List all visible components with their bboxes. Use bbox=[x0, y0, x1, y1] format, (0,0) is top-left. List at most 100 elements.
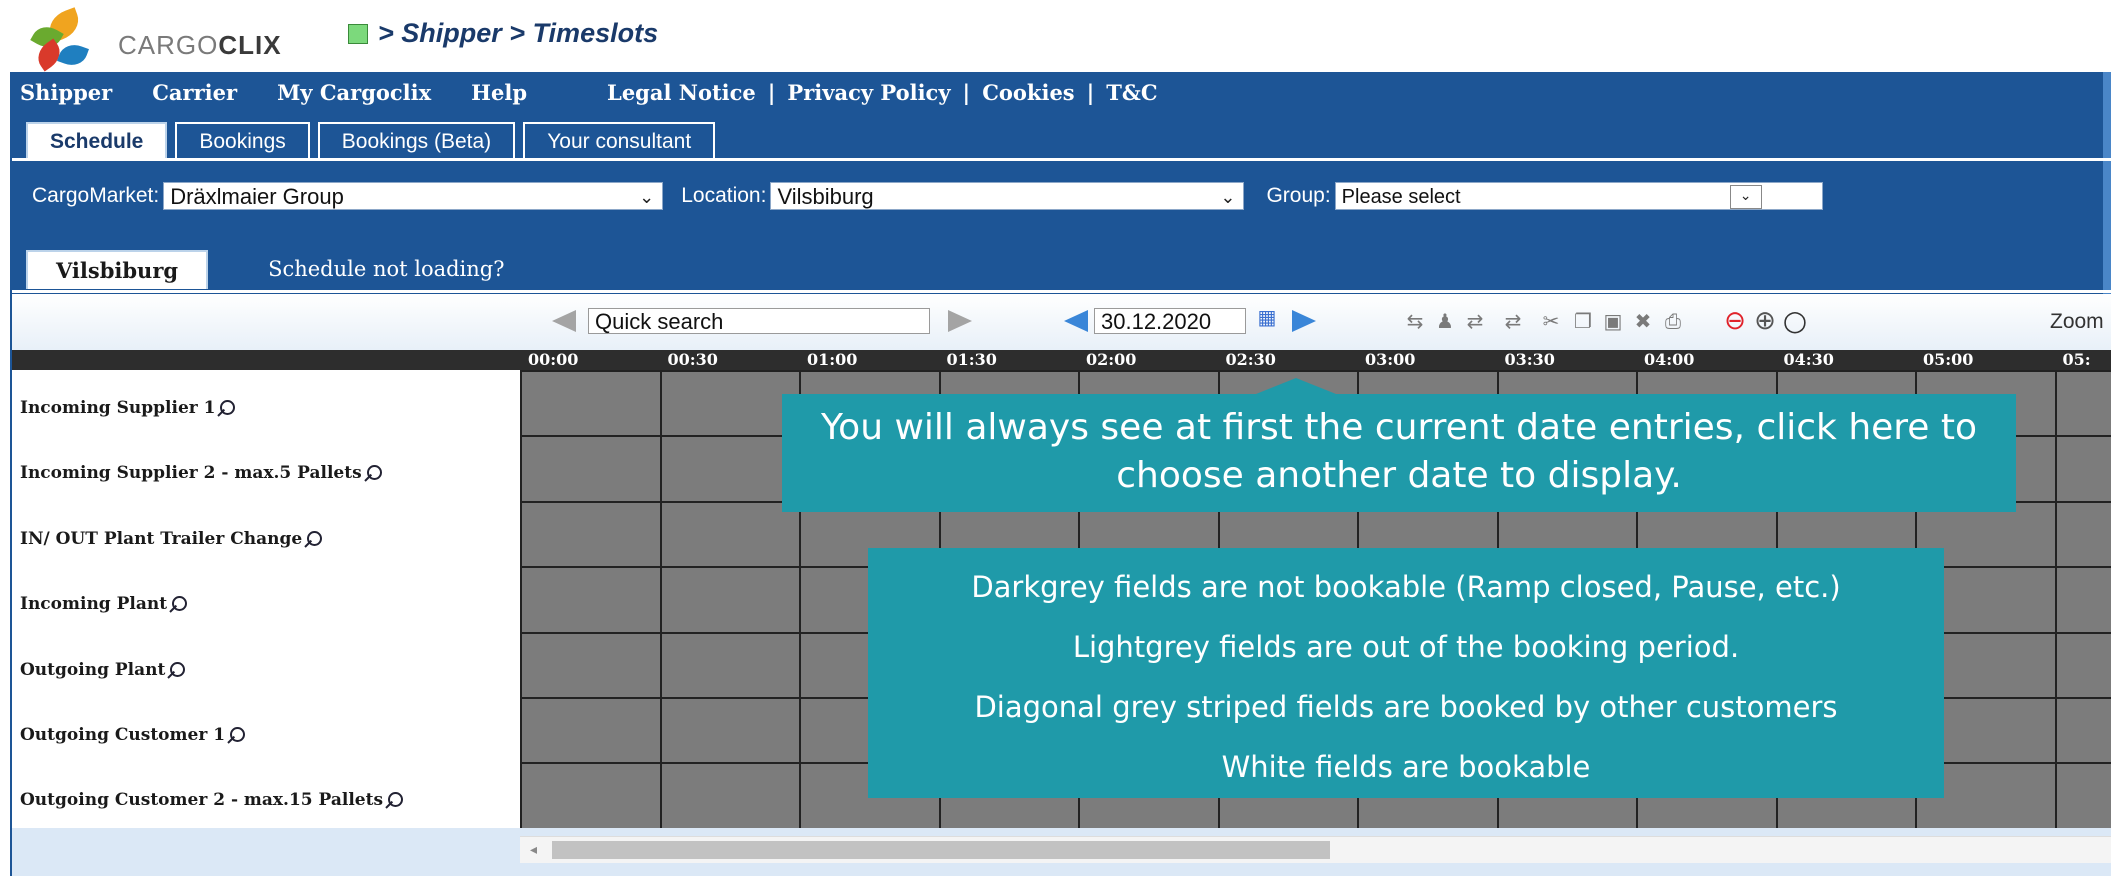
time-label: 01:30 bbox=[946, 350, 997, 369]
date-value: 30.12.2020 bbox=[1101, 309, 1212, 334]
user-icon[interactable]: ♟ bbox=[1432, 310, 1458, 332]
time-label: 05:00 bbox=[1923, 350, 1974, 369]
legend-line-white: White fields are bookable bbox=[1221, 750, 1591, 784]
row-label[interactable]: Incoming Supplier 1 bbox=[20, 398, 236, 418]
breadcrumb-text: > Shipper > Timeslots bbox=[378, 18, 659, 48]
row-label[interactable]: Outgoing Plant bbox=[20, 660, 186, 680]
print-icon[interactable]: ⎙ bbox=[1660, 310, 1686, 332]
magnifier-icon[interactable] bbox=[364, 465, 382, 483]
next-date-icon[interactable] bbox=[1292, 310, 1316, 332]
tab-bookings-beta[interactable]: Bookings (Beta) bbox=[317, 122, 516, 158]
tab-schedule[interactable]: Schedule bbox=[26, 122, 168, 158]
group-value: Please select bbox=[1341, 186, 1461, 208]
legend-callout: Darkgrey fields are not bookable (Ramp c… bbox=[868, 548, 1944, 798]
magnifier-icon[interactable] bbox=[169, 596, 188, 614]
grid-column-line bbox=[520, 370, 522, 828]
menu-separator: | bbox=[962, 80, 971, 105]
chevron-down-icon: ⌄ bbox=[639, 187, 655, 207]
time-label: 00:30 bbox=[667, 350, 718, 369]
date-hint-callout: You will always see at first the current… bbox=[782, 394, 2016, 512]
circle-icon[interactable]: ○ bbox=[1782, 307, 1808, 335]
cargomarket-select[interactable]: Dräxlmaier Group ⌄ bbox=[163, 182, 664, 210]
group-label: Group: bbox=[1266, 184, 1331, 207]
legend-line-darkgrey: Darkgrey fields are not bookable (Ramp c… bbox=[971, 570, 1841, 604]
tab-your-consultant[interactable]: Your consultant bbox=[523, 122, 716, 158]
breadcrumb: > Shipper > Timeslots bbox=[348, 18, 658, 49]
search-next-icon[interactable] bbox=[948, 310, 972, 332]
quick-search-input[interactable]: Quick search bbox=[588, 308, 930, 334]
menu-my-cargoclix[interactable]: My Cargoclix bbox=[277, 80, 431, 105]
magnifier-icon[interactable] bbox=[167, 661, 186, 680]
cargomarket-label: CargoMarket: bbox=[32, 184, 160, 207]
horizontal-scrollbar[interactable]: ◂ bbox=[520, 836, 2111, 863]
schedule-help-link[interactable]: Schedule not loading? bbox=[268, 257, 504, 289]
row-label[interactable]: IN/ OUT Plant Trailer Change bbox=[20, 529, 323, 549]
logo-leaf-blue bbox=[57, 40, 89, 70]
magnifier-icon[interactable] bbox=[304, 530, 323, 549]
logo-wordmark: CARGOCLIX bbox=[118, 30, 282, 60]
time-label: 02:00 bbox=[1086, 350, 1137, 369]
filter-bar: CargoMarket: Dräxlmaier Group ⌄ Location… bbox=[32, 182, 1823, 210]
menu-legal-notice[interactable]: Legal Notice bbox=[607, 80, 756, 105]
magnifier-icon[interactable] bbox=[385, 792, 404, 810]
zoom-label[interactable]: Zoom bbox=[2050, 310, 2104, 334]
menu-separator: | bbox=[767, 80, 776, 105]
copy-icon[interactable]: ❐ bbox=[1570, 310, 1596, 332]
time-label: 03:00 bbox=[1365, 350, 1416, 369]
row-label-text: Outgoing Customer 2 - max.15 Pallets bbox=[20, 790, 384, 811]
magnifier-icon[interactable] bbox=[217, 400, 236, 418]
time-label: 01:00 bbox=[807, 350, 858, 369]
status-red-icon[interactable]: ⊖ bbox=[1722, 308, 1748, 334]
main-tabs: Schedule Bookings Bookings (Beta) Your c… bbox=[26, 122, 716, 158]
time-label: 00:00 bbox=[528, 350, 579, 369]
tab-underline bbox=[10, 158, 2111, 161]
menu-separator: | bbox=[1086, 80, 1095, 105]
cargoclix-logo[interactable]: CARGOCLIX bbox=[30, 7, 320, 72]
calendar-icon[interactable]: ▦ bbox=[1254, 306, 1280, 328]
date-input[interactable]: 30.12.2020 bbox=[1094, 308, 1246, 334]
location-select[interactable]: Vilsbiburg ⌄ bbox=[770, 182, 1245, 210]
menu-carrier[interactable]: Carrier bbox=[152, 80, 237, 105]
delete-icon[interactable]: ✖ bbox=[1630, 310, 1656, 332]
grid-column-line bbox=[659, 370, 662, 828]
resource-list: Incoming Supplier 1 Incoming Supplier 2 -… bbox=[10, 370, 520, 828]
magnifier-icon[interactable] bbox=[227, 727, 246, 745]
time-label: 04:00 bbox=[1644, 350, 1695, 369]
chevron-down-icon: ⌄ bbox=[1220, 187, 1236, 207]
row-label[interactable]: Outgoing Customer 1 bbox=[20, 725, 246, 745]
menu-help[interactable]: Help bbox=[471, 80, 527, 105]
time-label: 04:30 bbox=[1783, 350, 1834, 369]
location-tab-underline bbox=[10, 290, 2111, 293]
menu-privacy-policy[interactable]: Privacy Policy bbox=[787, 80, 950, 105]
menu-shipper[interactable]: Shipper bbox=[20, 80, 112, 105]
time-header: 00:00 00:30 01:00 01:30 02:00 02:30 03:00 03:30… bbox=[10, 350, 2111, 370]
cargomarket-value: Dräxlmaier Group bbox=[170, 184, 344, 209]
transfer-icon[interactable]: ⇄ bbox=[1462, 310, 1488, 332]
row-label[interactable]: Incoming Plant bbox=[20, 594, 188, 615]
row-label-text: Incoming Plant bbox=[20, 594, 168, 615]
paste-icon[interactable]: ▣ bbox=[1600, 310, 1626, 332]
group-select[interactable]: Please select ⌄ bbox=[1334, 182, 1823, 210]
row-label[interactable]: Incoming Supplier 2 - max.5 Pallets bbox=[20, 463, 382, 483]
menu-terms[interactable]: T&C bbox=[1106, 80, 1157, 105]
row-label-text: Incoming Supplier 1 bbox=[20, 398, 216, 418]
cut-icon[interactable]: ✂ bbox=[1538, 310, 1564, 332]
main-menu: Shipper Carrier My Cargoclix Help Legal … bbox=[20, 80, 1158, 105]
location-value: Vilsbiburg bbox=[777, 184, 874, 209]
menu-cookies[interactable]: Cookies bbox=[982, 80, 1074, 105]
scroll-left-icon[interactable]: ◂ bbox=[530, 842, 537, 858]
tab-bookings[interactable]: Bookings bbox=[175, 122, 310, 158]
move-icon[interactable]: ⇆ bbox=[1402, 310, 1428, 332]
scrollbar-thumb[interactable] bbox=[552, 841, 1330, 859]
search-prev-icon[interactable] bbox=[552, 310, 576, 332]
time-label: 02:30 bbox=[1225, 350, 1276, 369]
globe-icon[interactable]: ⊕ bbox=[1752, 308, 1778, 334]
row-label[interactable]: Outgoing Customer 2 - max.15 Pallets bbox=[20, 790, 404, 811]
transfer-back-icon[interactable]: ⇄ bbox=[1500, 310, 1526, 332]
chevron-down-icon[interactable]: ⌄ bbox=[1729, 185, 1762, 209]
prev-date-icon[interactable] bbox=[1064, 310, 1088, 332]
time-label: 03:30 bbox=[1504, 350, 1555, 369]
grid-column-line bbox=[2054, 370, 2057, 828]
schedule-toolbar: Quick search 30.12.2020 ▦ ⇆ ♟ ⇄ ⇄ ✂ ❐ ▣ … bbox=[10, 294, 2111, 350]
tab-location-vilsbiburg[interactable]: Vilsbiburg bbox=[26, 250, 209, 289]
